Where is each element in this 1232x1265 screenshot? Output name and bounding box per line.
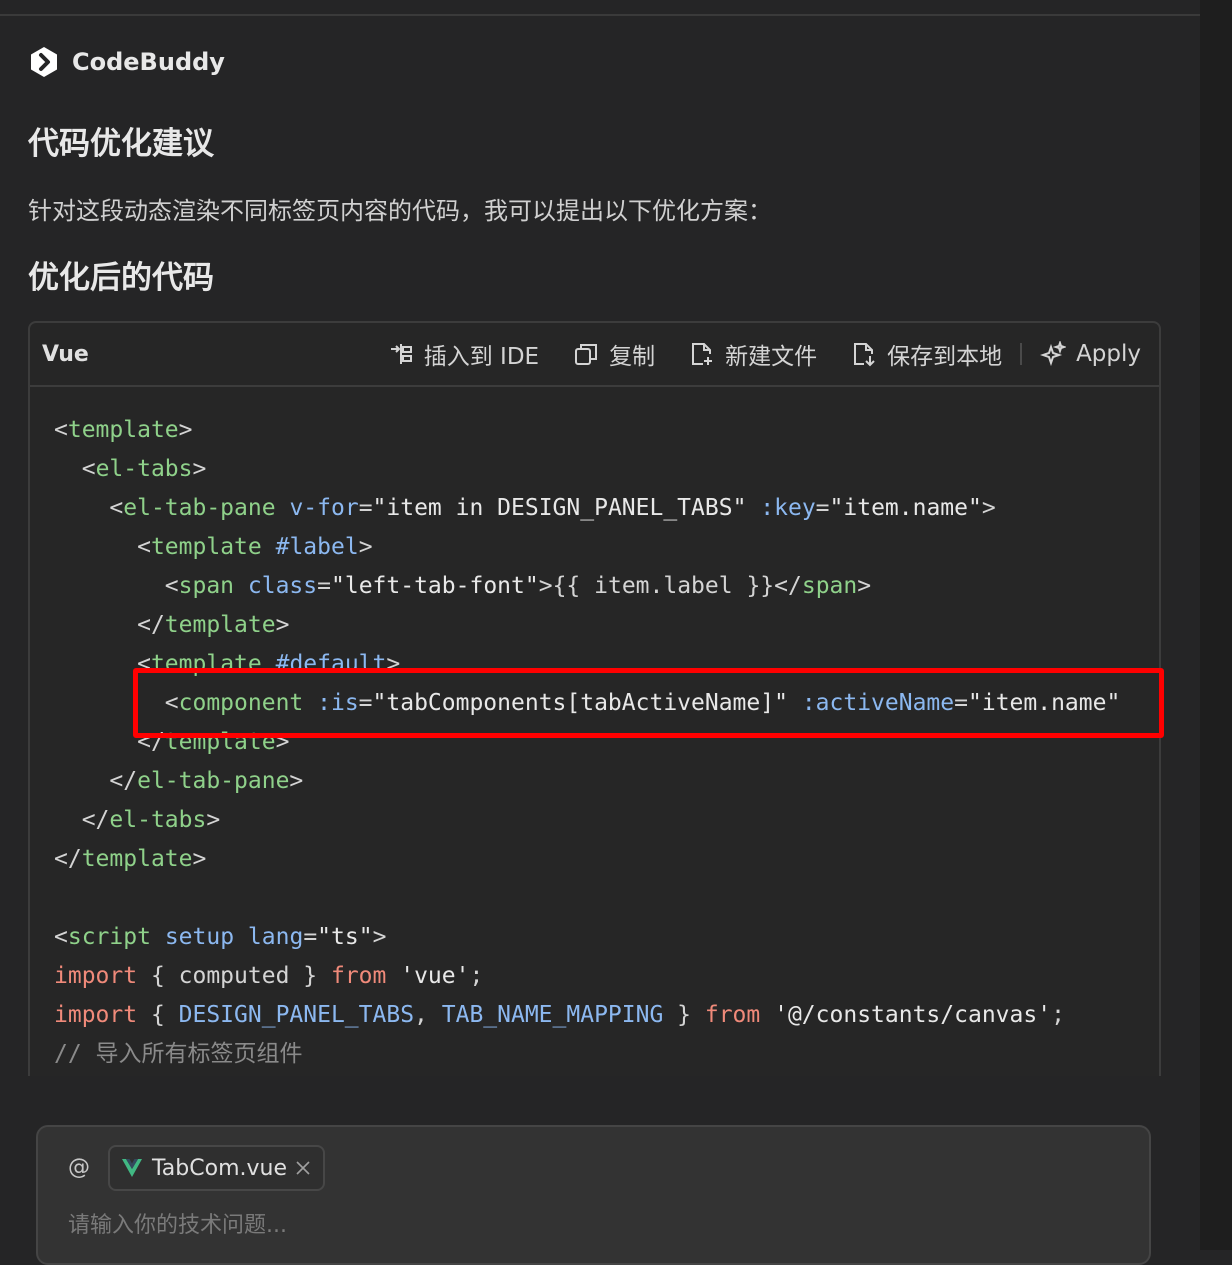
remove-file-icon[interactable] <box>295 1160 311 1176</box>
code-line: </el-tab-pane> <box>109 768 304 794</box>
mention-button[interactable]: @ <box>68 1155 90 1180</box>
new-file-button[interactable]: 新建文件 <box>689 337 817 371</box>
code-line: </template> <box>54 846 207 872</box>
highlight-annotation-box <box>133 668 1164 738</box>
chat-input-placeholder[interactable]: 请输入你的技术问题... <box>68 1207 287 1239</box>
attached-file-name: TabCom.vue <box>152 1155 287 1181</box>
code-line: // 导入所有标签页组件 <box>54 1041 303 1067</box>
right-scroll-area <box>1200 0 1232 1250</box>
copy-button[interactable]: 复制 <box>573 337 655 371</box>
code-block-header: Vue 插入到 IDE 复制 新建文件 保存到本地 Apply <box>30 323 1159 387</box>
code-line: import { DESIGN_PANEL_TABS, TAB_NAME_MAP… <box>54 1002 1065 1028</box>
heading-optimized-code: 优化后的代码 <box>28 260 214 296</box>
chat-input-box[interactable]: @ TabCom.vue 请输入你的技术问题... <box>36 1125 1151 1265</box>
apply-button[interactable]: Apply <box>1040 341 1141 367</box>
code-line: <template> <box>54 417 193 443</box>
apply-label: Apply <box>1076 341 1141 367</box>
vue-file-icon <box>122 1159 142 1177</box>
new-file-icon <box>692 343 713 365</box>
insert-to-ide-label: 插入到 IDE <box>423 344 540 370</box>
insert-icon <box>390 344 412 364</box>
code-line: <el-tab-pane v-for="item in DESIGN_PANEL… <box>109 495 996 521</box>
new-file-label: 新建文件 <box>725 344 818 370</box>
code-toolbar: 插入到 IDE 复制 新建文件 保存到本地 Apply <box>354 337 1141 371</box>
copy-icon <box>575 344 598 365</box>
insert-to-ide-button[interactable]: 插入到 IDE <box>388 337 539 371</box>
sparkle-icon <box>1040 341 1067 367</box>
heading-optimization-suggestions: 代码优化建议 <box>28 126 214 162</box>
code-line: <script setup lang="ts"> <box>54 924 387 950</box>
code-line: <template #label> <box>137 534 373 560</box>
save-file-icon <box>854 343 875 367</box>
save-to-local-button[interactable]: 保存到本地 <box>851 337 1002 371</box>
code-line: <span class="left-tab-font">{{ item.labe… <box>164 573 872 599</box>
code-line: </el-tabs> <box>81 807 221 833</box>
assistant-header: CodeBuddy <box>28 46 225 78</box>
code-line: </template> <box>137 612 290 638</box>
intro-paragraph: 针对这段动态渲染不同标签页内容的代码，我可以提出以下优化方案： <box>28 197 772 225</box>
codebuddy-logo-icon <box>31 47 57 77</box>
code-line: import { computed } from 'vue'; <box>54 963 484 989</box>
code-language-label: Vue <box>42 341 89 367</box>
top-divider <box>0 14 1200 16</box>
toolbar-divider <box>1020 343 1023 365</box>
attached-file-chip[interactable]: TabCom.vue <box>108 1145 325 1191</box>
copy-label: 复制 <box>609 344 656 370</box>
code-line: <el-tabs> <box>81 456 207 482</box>
save-to-local-label: 保存到本地 <box>887 344 1003 370</box>
brand-name: CodeBuddy <box>72 48 225 76</box>
